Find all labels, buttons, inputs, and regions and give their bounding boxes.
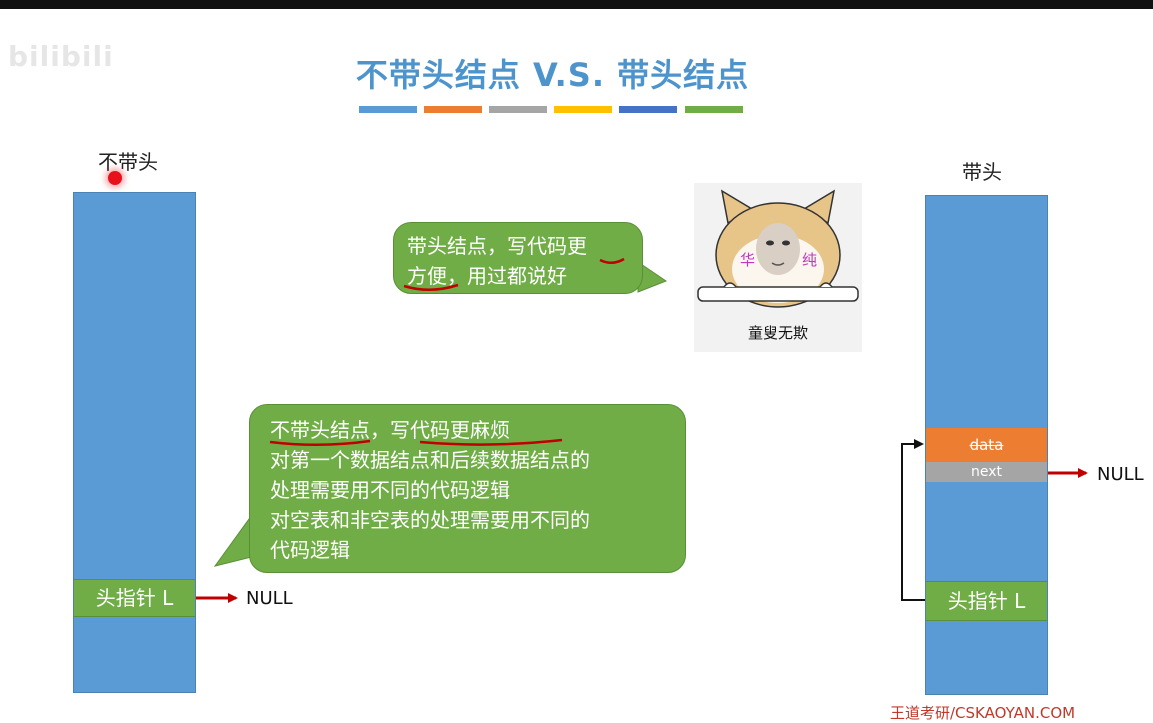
footer-watermark: 王道考研/CSKAOYAN.COM: [890, 704, 1076, 722]
annotation-overlay: [269, 257, 625, 447]
underline-butoujiedian: [269, 439, 371, 447]
shiba-doge-icon: 华 纯: [697, 189, 859, 308]
meme-caption: 童叟无欺: [747, 324, 808, 342]
meme-cheek-right: 纯: [802, 251, 817, 269]
underline-geng: [599, 257, 625, 264]
underline-xiedaima: [419, 438, 563, 446]
meme-cheek-left: 华: [740, 251, 755, 269]
underline-fangbian: [403, 283, 459, 291]
meme-sticker: 华 纯 童叟无欺: [694, 183, 862, 352]
